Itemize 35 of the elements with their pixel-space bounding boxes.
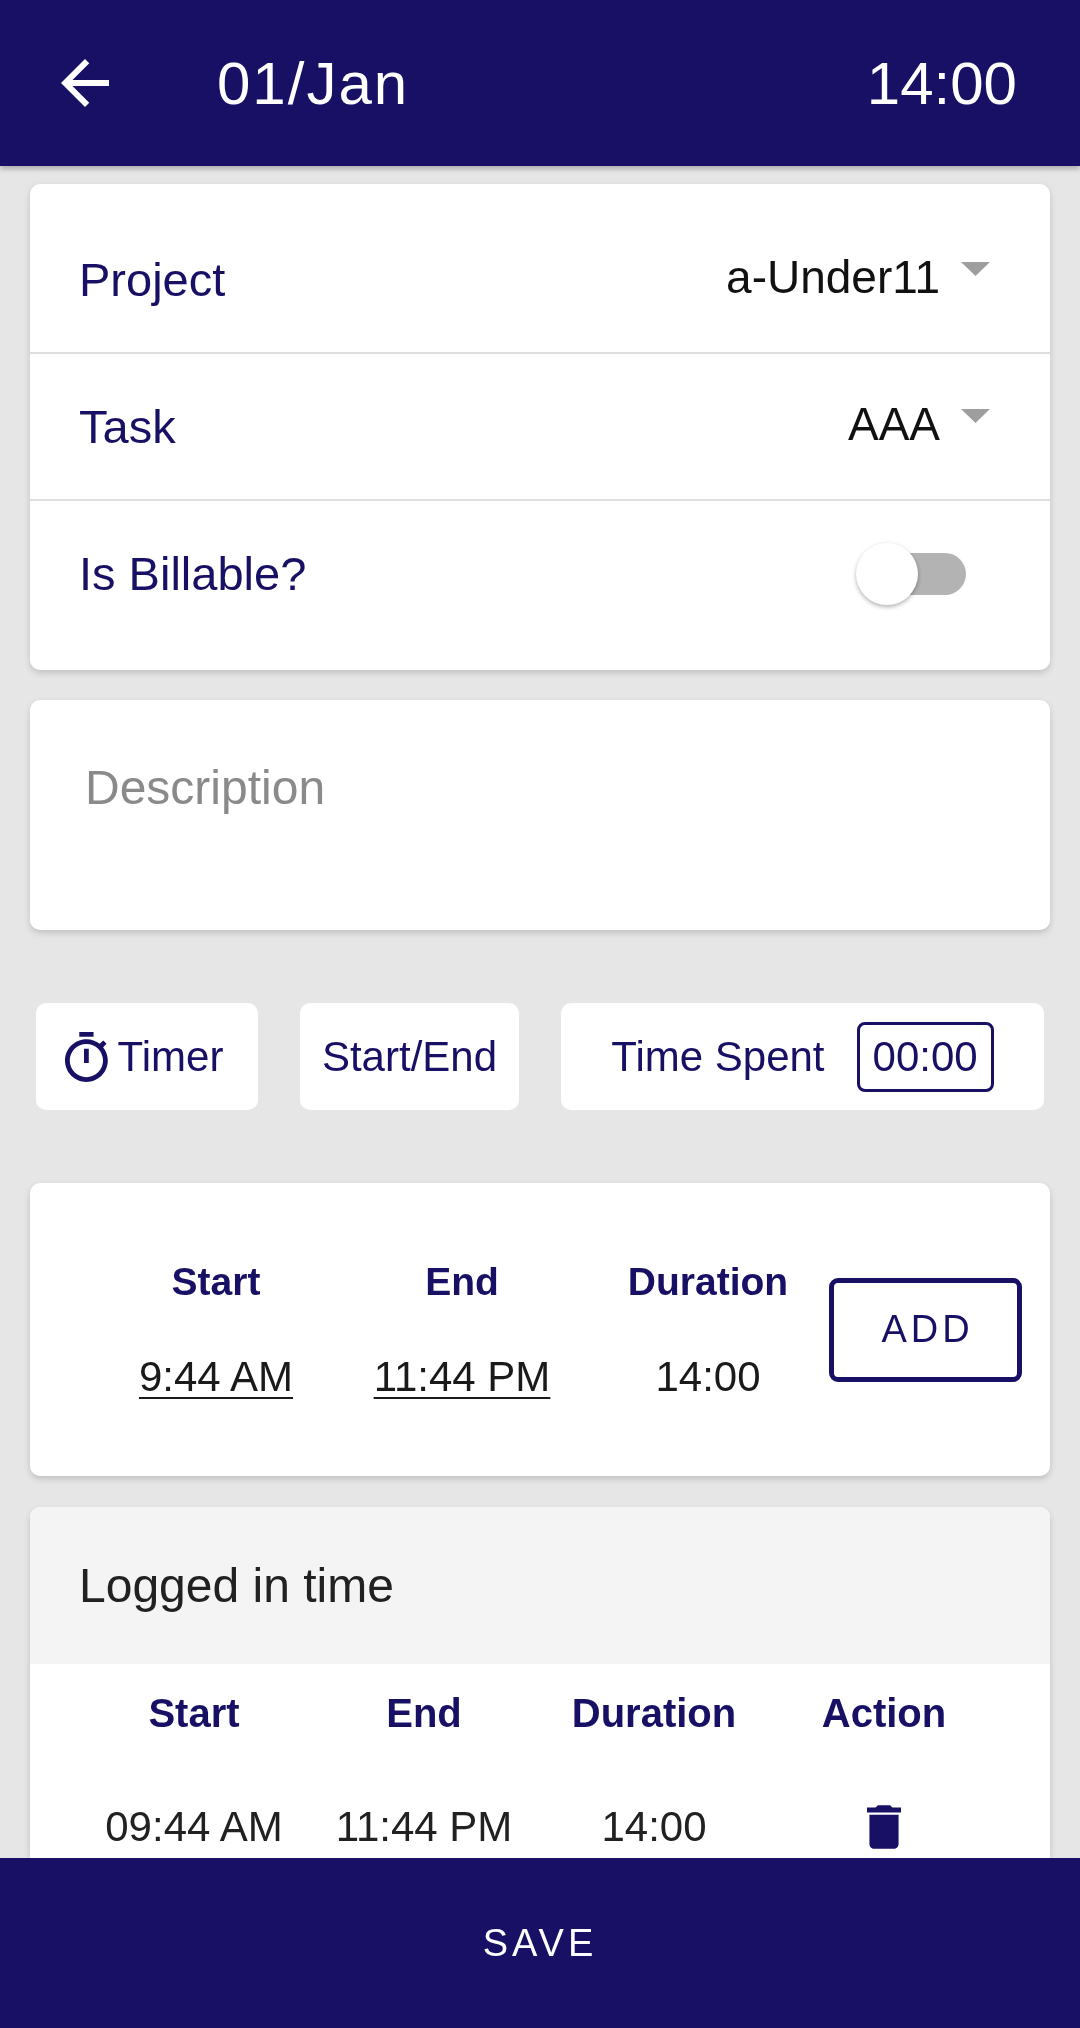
dropdown[interactable]: AAA xyxy=(847,396,990,451)
table-cell: 14:00 xyxy=(601,1804,707,1850)
time-spent-value: 00:00 xyxy=(856,1021,994,1092)
caret-icon xyxy=(961,408,990,423)
timer-button[interactable]: Timer xyxy=(36,1003,258,1110)
column-header: Start xyxy=(170,1259,262,1305)
column-header: Duration xyxy=(570,1690,738,1736)
add-button[interactable]: ADD xyxy=(829,1277,1022,1382)
screen-title: 01/Jan xyxy=(217,48,410,118)
time-spent-label: Time Spent xyxy=(611,1032,825,1081)
section-title: Logged in time xyxy=(79,1558,394,1613)
stopwatch-icon xyxy=(64,1031,109,1082)
column-header: Start xyxy=(147,1690,241,1736)
save-button[interactable]: SAVE xyxy=(0,1858,1080,2028)
table-cell: 09:44 AM xyxy=(105,1804,283,1850)
caret-icon xyxy=(961,261,990,276)
field-label: Project xyxy=(79,252,226,307)
field-label: Is Billable? xyxy=(79,546,307,601)
table-cell: 11:44 PM xyxy=(335,1804,513,1850)
back-arrow-icon[interactable] xyxy=(61,59,109,107)
dropdown[interactable]: a-Under11 xyxy=(726,249,990,304)
description-field[interactable]: Description xyxy=(30,700,1050,930)
duration-text: 14:00 xyxy=(655,1354,761,1400)
trash-icon[interactable] xyxy=(867,1805,901,1849)
total-time: 14:00 xyxy=(866,48,1017,118)
start-time-link[interactable]: 9:44 AM xyxy=(138,1354,294,1400)
column-header: End xyxy=(424,1259,500,1305)
start-end-button[interactable]: Start/End xyxy=(300,1003,519,1110)
column-header: End xyxy=(385,1690,463,1736)
toggle-switch[interactable] xyxy=(856,542,966,605)
field-label: Task xyxy=(79,399,176,454)
column-header: Duration xyxy=(626,1259,790,1305)
end-time-link[interactable]: 11:44 PM xyxy=(373,1354,551,1400)
time-spent-button[interactable]: Time Spent 00:00 xyxy=(561,1003,1044,1110)
column-header: Action xyxy=(820,1690,948,1736)
